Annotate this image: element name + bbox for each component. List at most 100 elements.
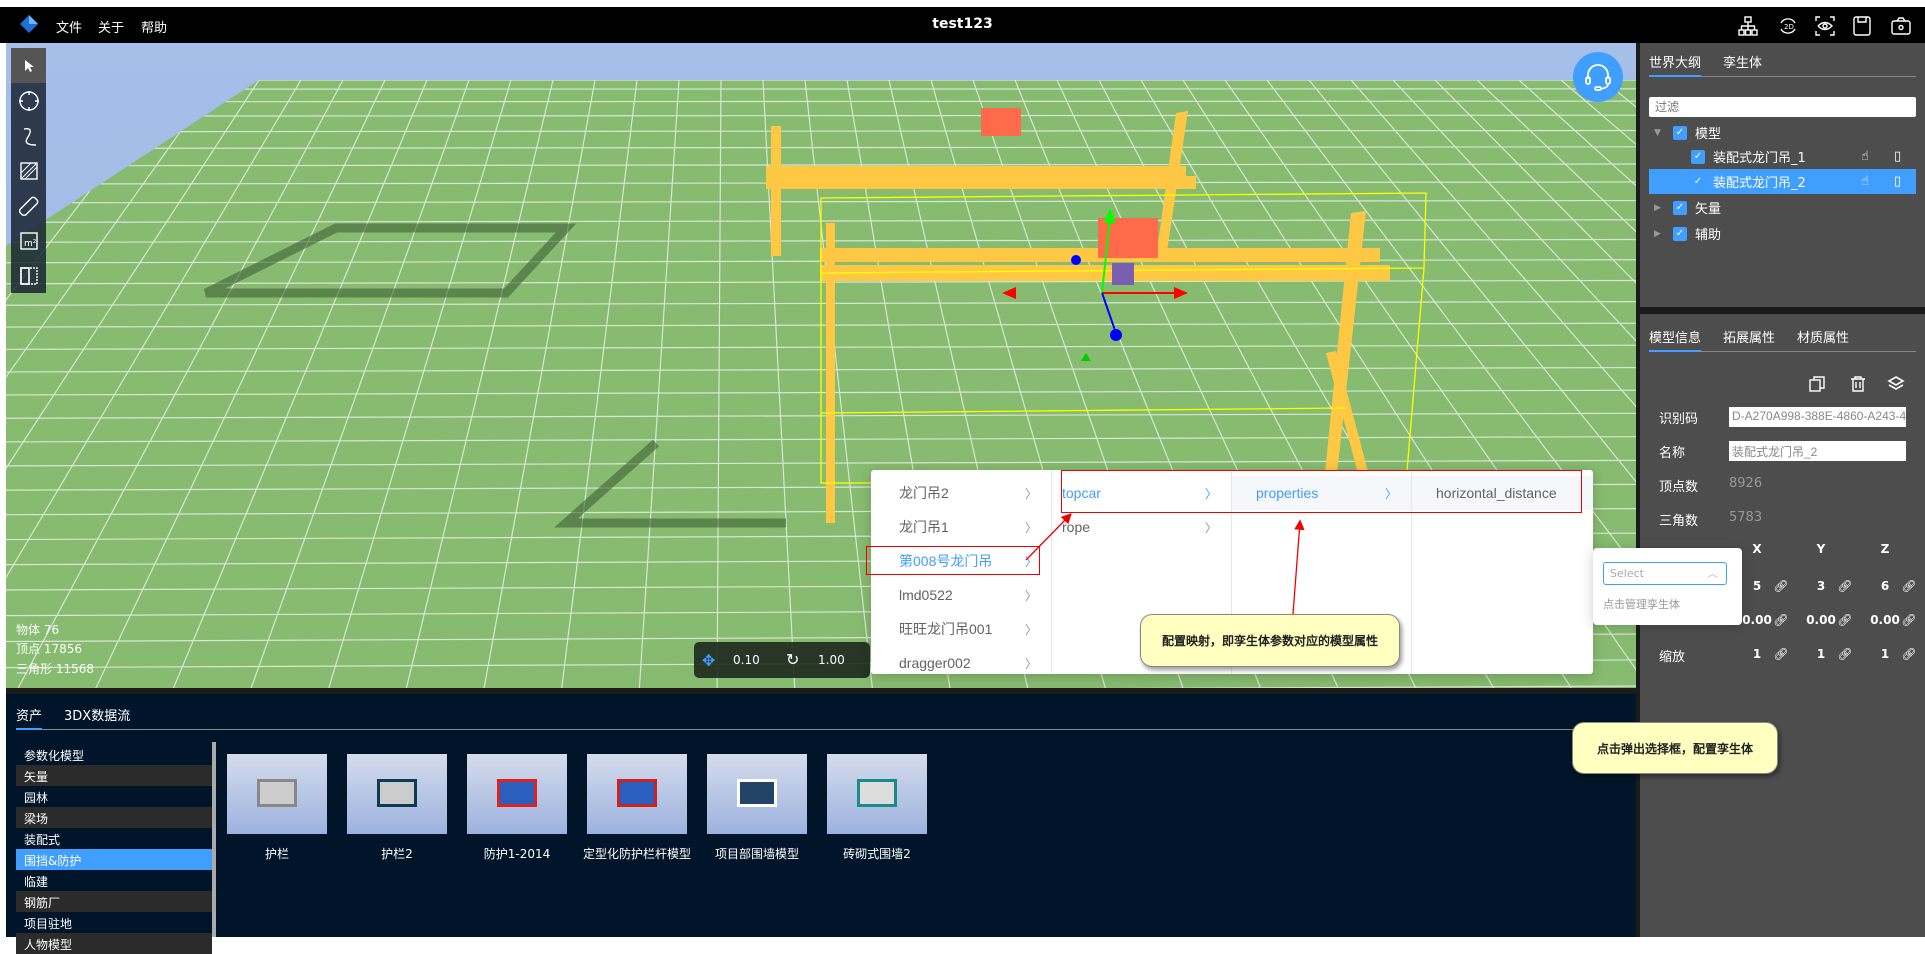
position-value[interactable]: 6 — [1870, 579, 1900, 593]
scale-value[interactable]: 1 — [1870, 647, 1900, 661]
2d-rotate-icon[interactable]: 2D — [1777, 15, 1799, 37]
cascader-item[interactable]: 龙门吊2〉 — [871, 476, 1051, 510]
rotation-value[interactable]: 0.00 — [1806, 613, 1836, 627]
tree-node-model[interactable]: ▼✓模型 — [1649, 120, 1916, 145]
menu-about[interactable]: 关于 — [98, 17, 124, 36]
link-icon[interactable]: 🔗︎ — [1773, 647, 1789, 661]
support-button[interactable] — [1573, 52, 1623, 102]
scale-value[interactable]: 1 — [1742, 647, 1772, 661]
category-item[interactable]: 矢量 — [16, 765, 212, 786]
asset-thumbnail[interactable] — [827, 754, 927, 834]
rotation-value[interactable]: 0.00 — [1870, 613, 1900, 627]
save-icon[interactable] — [1851, 15, 1873, 37]
tree-node-crane-1[interactable]: ✓装配式龙门吊_1☝▯ — [1649, 144, 1916, 169]
category-item[interactable]: 人物模型 — [16, 933, 212, 954]
scale-value[interactable]: 1 — [1806, 647, 1836, 661]
category-item[interactable]: 围挡&防护 — [16, 849, 212, 870]
category-item[interactable]: 梁场 — [16, 807, 212, 828]
cascader-item-selected[interactable]: topcar〉 — [1052, 476, 1231, 510]
cascader-item[interactable]: rope〉 — [1052, 510, 1231, 544]
checkbox-icon[interactable]: ✓ — [1673, 201, 1687, 215]
asset-thumbnail[interactable] — [707, 754, 807, 834]
category-item[interactable]: 装配式 — [16, 828, 212, 849]
category-item[interactable]: 项目驻地 — [16, 912, 212, 933]
checkbox-icon[interactable]: ✓ — [1673, 126, 1687, 140]
tab-material-props[interactable]: 材质属性 — [1797, 322, 1849, 351]
link-icon[interactable]: 🔗︎ — [1901, 613, 1917, 627]
checkbox-icon[interactable]: ✓ — [1691, 150, 1705, 164]
rotation-value[interactable]: 0.00 — [1742, 613, 1772, 627]
cascader-item[interactable]: 龙门吊1〉 — [871, 510, 1051, 544]
asset-thumbnail[interactable] — [587, 754, 687, 834]
cascader-item-selected[interactable]: 第008号龙门吊〉 — [871, 544, 1051, 578]
tab-extended-props[interactable]: 拓展属性 — [1723, 322, 1775, 351]
position-value[interactable]: 3 — [1806, 579, 1836, 593]
link-icon[interactable]: 🔗︎ — [1901, 647, 1917, 661]
tree-node-vector[interactable]: ▶✓矢量 — [1649, 195, 1916, 220]
hand-pointer-icon[interactable]: ☝ — [1861, 174, 1869, 189]
link-icon[interactable]: 🔗︎ — [1837, 579, 1853, 593]
book-icon[interactable]: ▯ — [1894, 149, 1901, 164]
menu-help[interactable]: 帮助 — [141, 17, 167, 36]
item-label: rope — [1062, 519, 1090, 535]
caret-right-icon[interactable]: ▶ — [1649, 229, 1673, 239]
camera-icon[interactable] — [1890, 15, 1912, 37]
copy-icon[interactable] — [1808, 375, 1826, 393]
crosshair-icon[interactable] — [11, 83, 46, 118]
rotate-step[interactable]: 1.00 — [818, 653, 845, 667]
hand-pointer-icon[interactable]: ☝ — [1861, 149, 1869, 164]
curve-icon[interactable] — [11, 118, 46, 153]
checkbox-icon[interactable]: ✓ — [1673, 227, 1687, 241]
tab-assets[interactable]: 资产 — [16, 700, 42, 730]
panel-resize-handle[interactable] — [1640, 307, 1925, 314]
menu-file[interactable]: 文件 — [56, 17, 82, 36]
move-step[interactable]: 0.10 — [733, 653, 760, 667]
ruler-icon[interactable] — [11, 188, 46, 223]
tree-node-crane-2-selected[interactable]: ✓装配式龙门吊_2☝▯ — [1649, 169, 1916, 194]
twin-select[interactable]: Select︿ — [1603, 562, 1727, 585]
category-item[interactable]: 钢筋厂 — [16, 891, 212, 912]
link-icon[interactable]: 🔗︎ — [1773, 613, 1789, 627]
tree-node-helper[interactable]: ▶✓辅助 — [1649, 221, 1916, 246]
pointer-icon[interactable] — [11, 48, 46, 83]
layers-icon[interactable] — [1887, 375, 1905, 393]
link-icon[interactable]: 🔗︎ — [1773, 579, 1789, 593]
caret-right-icon[interactable]: ▶ — [1649, 203, 1673, 213]
hierarchy-icon[interactable] — [1737, 15, 1759, 37]
manage-twins-link[interactable]: 点击管理孪生体 — [1603, 596, 1680, 612]
book-icon[interactable]: ▯ — [1894, 174, 1901, 189]
cascader-item-selected[interactable]: properties〉 — [1232, 476, 1411, 510]
asset-label: 护栏 — [217, 844, 337, 864]
name-field[interactable]: 装配式龙门吊_2 — [1729, 441, 1906, 461]
link-icon[interactable]: 🔗︎ — [1837, 647, 1853, 661]
caret-down-icon[interactable]: ▼ — [1649, 128, 1673, 138]
area-measure-icon[interactable]: m² — [11, 223, 46, 258]
category-item[interactable]: 临建 — [16, 870, 212, 891]
area-icon[interactable] — [11, 153, 46, 188]
link-icon[interactable]: 🔗︎ — [1901, 579, 1917, 593]
category-item[interactable]: 园林 — [16, 786, 212, 807]
axis-header: Z — [1870, 542, 1900, 556]
asset-thumbnail[interactable] — [467, 754, 567, 834]
asset-label: 护栏2 — [337, 844, 457, 864]
position-value[interactable]: 5 — [1742, 579, 1772, 593]
category-item[interactable]: 参数化模型 — [16, 744, 212, 765]
split-view-icon[interactable] — [11, 258, 46, 293]
eye-focus-icon[interactable] — [1814, 15, 1836, 37]
tab-world-outline[interactable]: 世界大纲 — [1649, 47, 1701, 77]
cascader-item[interactable]: dragger002〉 — [871, 646, 1051, 680]
cascader-item[interactable]: 旺旺龙门吊001〉 — [871, 612, 1051, 646]
checkbox-icon[interactable]: ✓ — [1691, 175, 1705, 189]
cascader-item[interactable]: horizontal_distance — [1412, 476, 1593, 510]
category-scrollbar[interactable] — [212, 742, 216, 937]
tab-twins[interactable]: 孪生体 — [1723, 47, 1762, 76]
cascader-item[interactable]: lmd0522〉 — [871, 578, 1051, 612]
tab-model-info[interactable]: 模型信息 — [1649, 322, 1701, 352]
id-field[interactable]: D-A270A998-388E-4860-A243-4 — [1729, 407, 1906, 427]
asset-thumbnail[interactable] — [227, 754, 327, 834]
tab-3dx-dataflow[interactable]: 3DX数据流 — [64, 700, 130, 729]
filter-input[interactable] — [1649, 97, 1916, 117]
delete-icon[interactable] — [1849, 375, 1867, 393]
asset-thumbnail[interactable] — [347, 754, 447, 834]
link-icon[interactable]: 🔗︎ — [1837, 613, 1853, 627]
